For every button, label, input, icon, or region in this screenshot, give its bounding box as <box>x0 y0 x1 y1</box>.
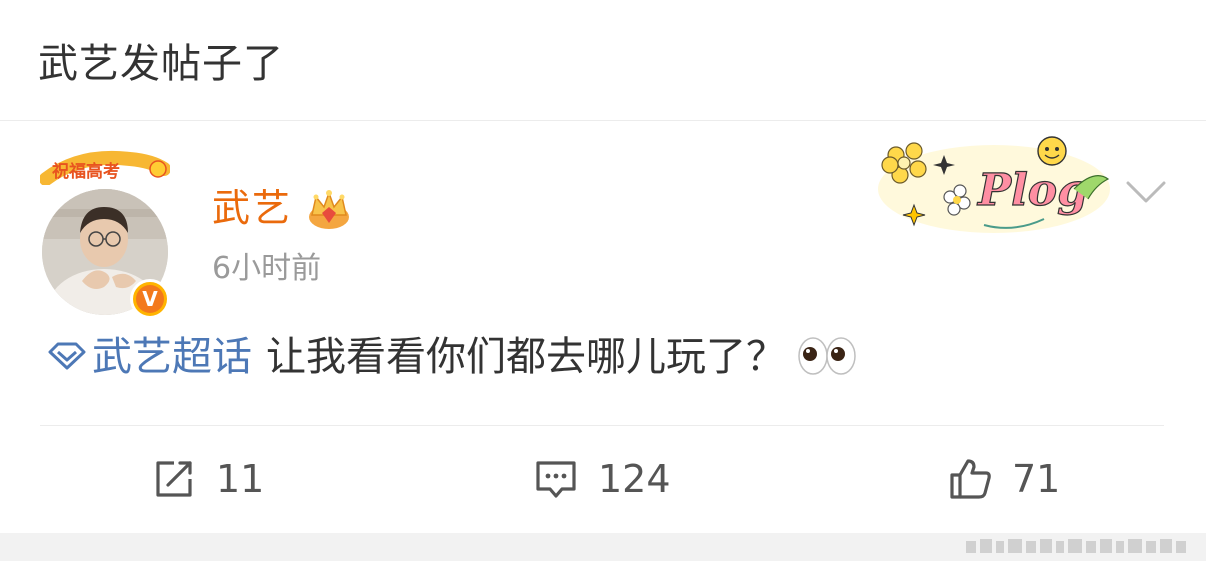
eyes-emoji-icon <box>798 337 856 375</box>
sticker-text: Plog <box>976 165 1088 216</box>
plog-sticker: Plog <box>878 136 1110 233</box>
divider <box>40 425 1164 426</box>
crown-icon <box>309 190 349 229</box>
repost-button[interactable]: 11 <box>152 453 264 505</box>
super-topic-link[interactable]: 武艺超话 <box>92 334 252 380</box>
action-bar: 11 124 71 <box>0 427 1206 531</box>
footer-strip <box>0 533 1206 561</box>
page-title: 武艺发帖子了 <box>38 41 284 87</box>
post-body-text: 让我看看你们都去哪儿玩了？ <box>266 334 786 380</box>
chevron-down-icon[interactable] <box>1124 177 1168 207</box>
thumbs-up-icon <box>950 459 991 499</box>
top-bar: 武艺发帖子了 <box>0 0 1206 121</box>
like-button[interactable]: 71 <box>948 453 1060 505</box>
avatar[interactable]: 祝福高考 V <box>36 149 176 319</box>
avatar-badge-label: 祝福高考 <box>52 161 120 182</box>
post-card: 祝福高考 V 武艺 6小时前 Plog 武艺超话 让我看看你们都去哪儿玩了？ 1… <box>0 121 1206 533</box>
repost-count: 11 <box>216 457 265 501</box>
share-icon <box>156 461 192 497</box>
verified-badge: V <box>130 279 170 319</box>
like-count: 71 <box>1012 457 1061 501</box>
avatar-frame-badge: 祝福高考 <box>40 150 170 185</box>
post-timestamp: 6小时前 <box>212 251 322 286</box>
super-topic-icon <box>48 342 86 370</box>
verified-mark: V <box>136 285 164 313</box>
watermark-icon <box>966 539 1186 553</box>
post-content: 武艺超话 让我看看你们都去哪儿玩了？ <box>46 331 858 383</box>
comment-count: 124 <box>598 457 671 501</box>
comment-icon <box>536 461 576 498</box>
author-name[interactable]: 武艺 <box>212 185 292 231</box>
comment-button[interactable]: 124 <box>534 453 671 505</box>
